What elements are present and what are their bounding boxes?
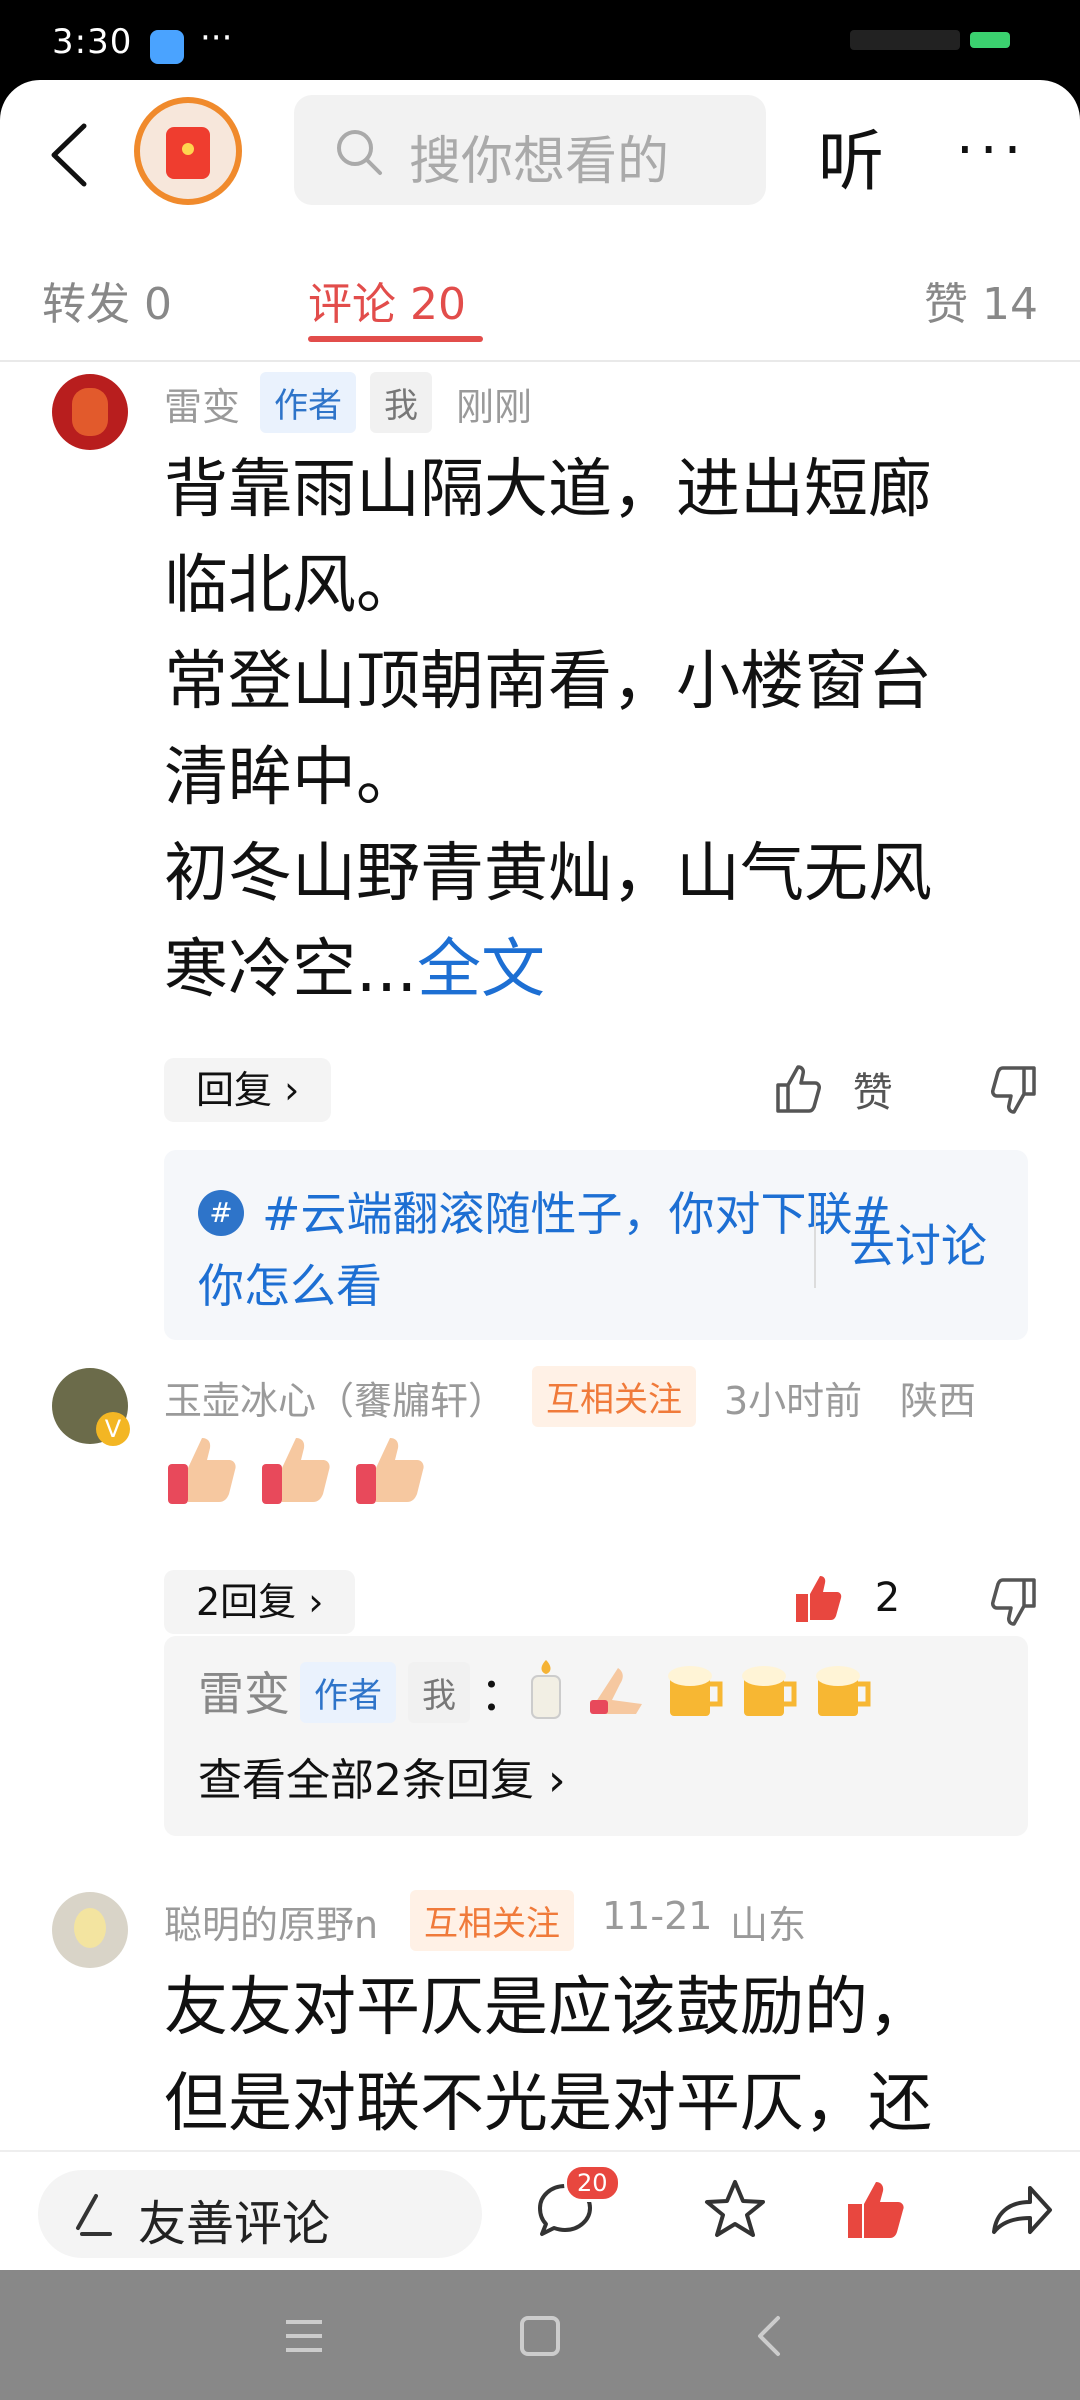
top-nav: 搜你想看的 听 ··· [0,80,1080,230]
comment-time: 11-21 [602,1894,713,1938]
status-bar: 3:30 ··· [0,0,1080,80]
home-icon[interactable] [512,2308,568,2364]
read-more-link[interactable]: 全文 [417,933,545,1007]
search-input[interactable]: 搜你想看的 [294,95,766,205]
thumbs-up-filled-icon[interactable] [842,2174,912,2244]
back-arrow-icon[interactable] [38,120,108,190]
comment-line: 常登山顶朝南看，小楼窗台 [164,645,932,719]
mutual-follow-tag: 互相关注 [532,1366,696,1427]
comment-body[interactable]: 背靠雨山隔大道，进出短廊 临北风。 常登山顶朝南看，小楼窗台 清眸中。 初冬山野… [164,442,1024,1018]
system-nav-bar [0,2270,1080,2400]
signal-battery-icons [850,30,1020,50]
avatar[interactable]: V [52,1368,130,1446]
tab-comments[interactable]: 评论 20 [308,268,466,332]
comment-author-name[interactable]: 雷变 [164,376,240,431]
comment-line: 寒冷空... [164,933,418,1007]
topic-card[interactable]: # #云端翻滚随性子，你对下联# 你怎么看 去讨论 [164,1150,1028,1340]
comment-line: 初冬山野青黄灿，山气无风 [164,837,932,911]
search-icon [337,130,382,175]
signal-icon [850,30,960,50]
replies-button[interactable]: 2回复 › [164,1570,356,1634]
comment-input[interactable]: 友善评论 [38,2170,482,2258]
more-menu-button[interactable]: ··· [956,118,1027,183]
like-count: 2 [874,1575,901,1621]
share-arrow-icon[interactable] [986,2174,1056,2244]
comment-count-badge: 20 [564,2164,621,2202]
comment-line: 但是对联不光是对平仄，还 [164,2067,932,2141]
app-screen: 搜你想看的 听 ··· 转发 0 评论 20 赞 14 雷变 作者 我 刚刚 背… [0,80,1080,2270]
comment-author-name[interactable]: 玉壶冰心（饔牖轩） [164,1370,506,1425]
weibo-notification-icon [150,30,184,64]
battery-icon [970,32,1010,48]
beer-emoji-icon [816,1666,871,1716]
comment-line: 友友对平仄是应该鼓励的， [164,1971,932,2045]
candle-emoji-icon [531,1660,561,1719]
comment-line: 背靠雨山隔大道，进出短廊 [164,453,932,527]
red-envelope-icon [166,127,210,179]
emoji-row [164,1430,446,1520]
discuss-button[interactable]: 去讨论 [849,1210,987,1276]
listen-button[interactable]: 听 [818,108,884,204]
beer-emoji-icon [668,1666,723,1716]
comment-time: 3小时前 [724,1379,863,1423]
verified-badge-icon: V [96,1412,130,1446]
status-more-dots: ··· [200,18,233,58]
praying-hands-emoji-icon [590,1668,642,1714]
comment-line: 清眸中。 [164,741,420,815]
pen-icon [76,2194,112,2236]
avatar[interactable] [52,374,128,450]
tab-forward[interactable]: 转发 0 [42,268,172,332]
beer-emoji-icon [742,1666,797,1716]
comment-author-name[interactable]: 聪明的原野n [164,1894,378,1949]
star-icon[interactable] [700,2174,770,2244]
sub-reply-author[interactable]: 雷变 [198,1658,290,1724]
red-envelope-avatar[interactable] [134,97,242,205]
sub-reply-box[interactable]: 雷变 作者 我 ： 查看全部2条回复 › [164,1636,1028,1836]
thumbs-up-emoji-icon [258,1430,338,1510]
thumbs-up-filled-icon [796,1576,842,1622]
comment-body[interactable]: 友友对平仄是应该鼓励的， 但是对联不光是对平仄，还 [164,1960,1024,2152]
comment-time: 刚刚 [456,385,533,429]
menu-icon[interactable] [276,2308,332,2364]
tab-bar: 转发 0 评论 20 赞 14 [0,250,1080,362]
active-tab-indicator [308,336,483,342]
search-placeholder: 搜你想看的 [409,132,670,192]
mutual-follow-tag: 互相关注 [410,1890,574,1951]
comment-location: 山东 [730,1903,807,1947]
status-time: 3:30 [52,22,133,62]
bottom-action-bar: 友善评论 20 [0,2150,1080,2270]
like-button[interactable]: 赞 [772,1060,893,1118]
comment-line: 临北风。 [164,549,420,623]
back-icon[interactable] [742,2308,798,2364]
comment-placeholder: 友善评论 [138,2196,331,2252]
tab-likes[interactable]: 赞 14 [924,268,1038,332]
topic-text[interactable]: #云端翻滚随性子，你对下联# 你怎么看 [198,1178,918,1322]
thumbs-up-emoji-icon [164,1430,244,1510]
author-tag: 作者 [260,372,356,433]
divider [814,1202,816,1288]
thumbs-down-icon[interactable] [984,1062,1040,1118]
me-tag: 我 [408,1662,470,1723]
avatar[interactable] [52,1892,128,1968]
thumbs-down-icon[interactable] [984,1574,1040,1630]
like-button[interactable]: 2 [792,1570,900,1626]
comment-location: 陕西 [900,1379,977,1423]
thumbs-up-emoji-icon [352,1430,432,1510]
author-tag: 作者 [300,1662,396,1723]
thumbs-up-outline-icon [776,1065,821,1113]
view-all-replies-link[interactable]: 查看全部2条回复 › [198,1744,566,1808]
me-tag: 我 [370,372,432,433]
reply-button[interactable]: 回复 › [164,1058,332,1122]
like-label: 赞 [852,1070,893,1116]
